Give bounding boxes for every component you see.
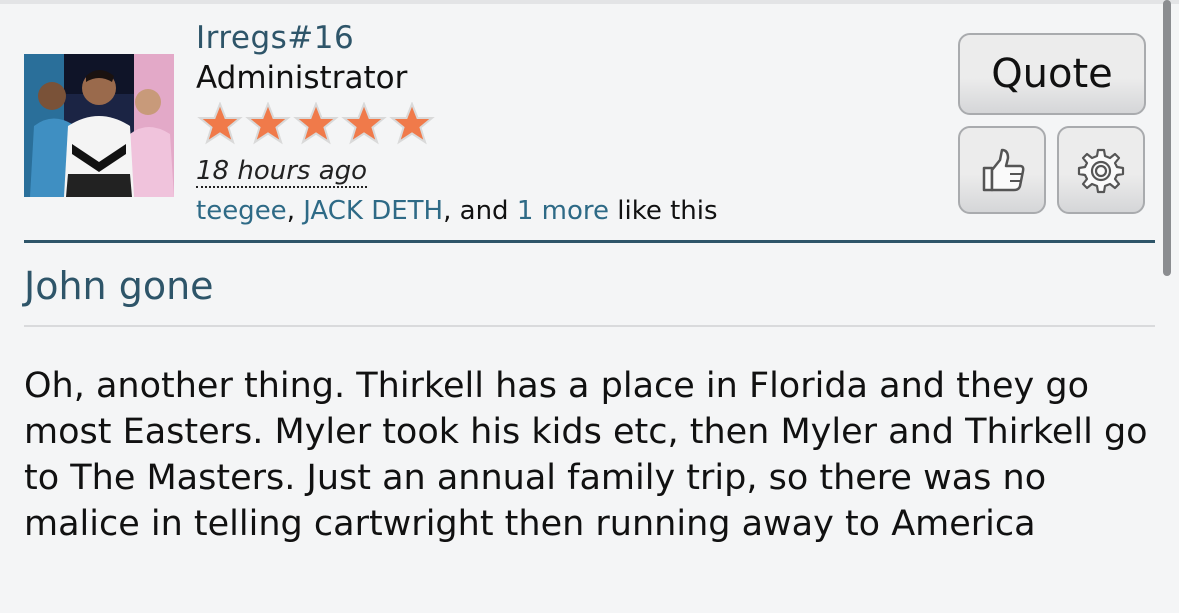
star-icon	[245, 102, 291, 145]
quote-button-label: Quote	[991, 51, 1113, 97]
likes-summary: teegee, JACK DETH, and 1 more like this	[196, 196, 718, 226]
user-role: Administrator	[196, 60, 408, 96]
top-border	[0, 0, 1179, 4]
likes-separator: , and	[443, 196, 517, 226]
post-body: Oh, another thing. Thirkell has a place …	[24, 366, 1148, 544]
likes-more-link[interactable]: 1 more	[517, 196, 609, 226]
username-link[interactable]: Irregs#16	[196, 20, 354, 56]
quote-button[interactable]: Quote	[958, 33, 1146, 115]
avatar[interactable]	[24, 54, 174, 197]
settings-button[interactable]	[1057, 126, 1145, 214]
liker-link-teegee[interactable]: teegee	[196, 196, 287, 226]
star-icon	[341, 102, 387, 145]
like-button[interactable]	[958, 126, 1046, 214]
likes-suffix: like this	[608, 196, 718, 226]
star-icon	[389, 102, 435, 145]
star-icon	[197, 102, 243, 145]
liker-link-jack-deth[interactable]: JACK DETH	[303, 196, 443, 226]
header-divider	[24, 240, 1155, 243]
scrollbar[interactable]	[1163, 0, 1171, 276]
title-divider	[24, 325, 1155, 327]
post-title: John gone	[24, 264, 214, 308]
likes-separator: ,	[286, 196, 304, 226]
post-timestamp[interactable]: 18 hours ago	[196, 156, 368, 188]
rating-stars	[196, 102, 436, 146]
star-icon	[293, 102, 339, 145]
thumbs-up-icon	[982, 148, 1025, 192]
gear-icon	[1077, 148, 1125, 194]
